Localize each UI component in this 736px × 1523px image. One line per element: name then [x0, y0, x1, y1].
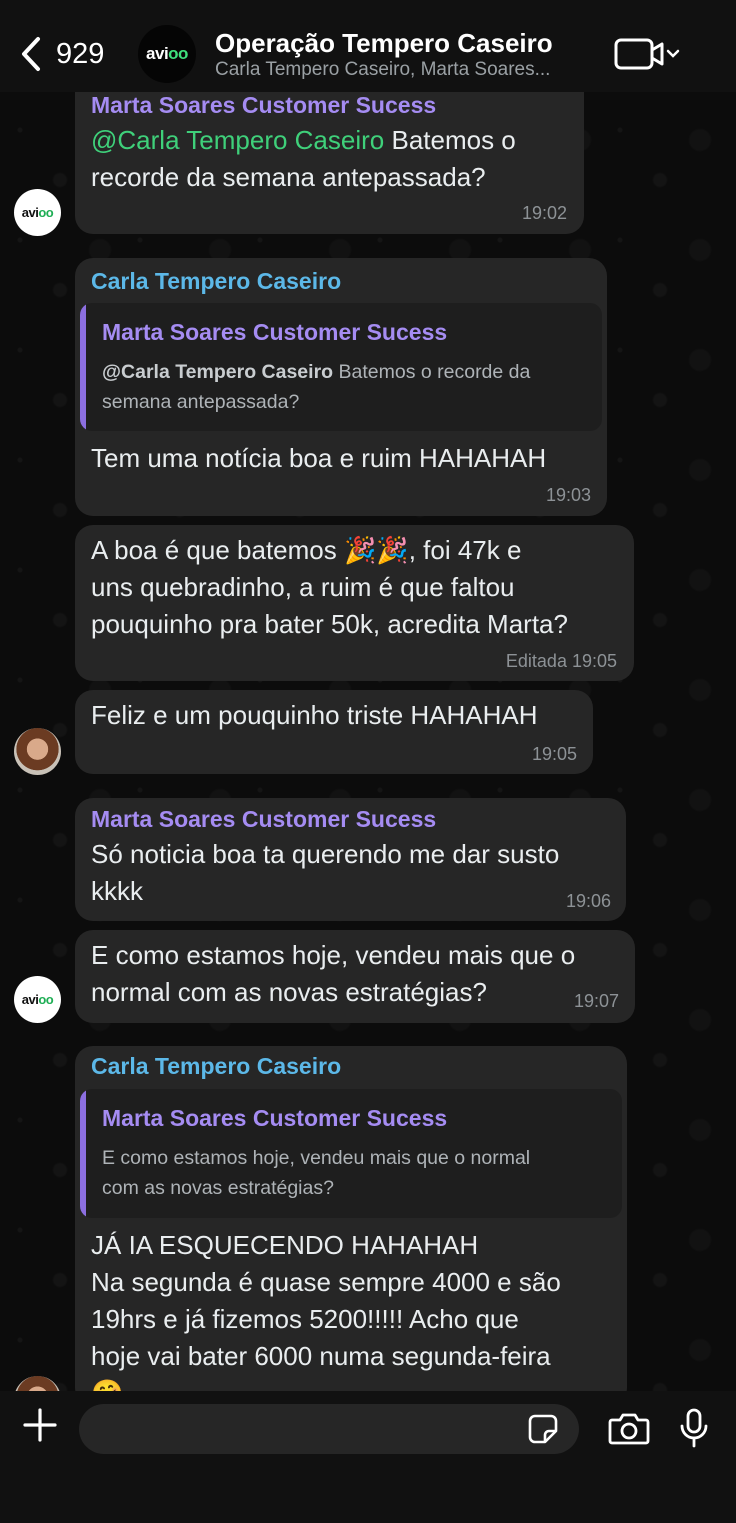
message-sender: Marta Soares Customer Sucess — [91, 806, 437, 832]
avatar[interactable]: avioo — [14, 189, 61, 236]
message-sender: Marta Soares Customer Sucess — [91, 92, 437, 118]
quoted-sender: Marta Soares Customer Sucess — [102, 1105, 448, 1131]
party-emoji: 🎉🎉 — [343, 535, 409, 565]
message-bubble[interactable]: Marta Soares Customer Sucess Só noticia … — [75, 798, 626, 921]
avatar-logo: avioo — [21, 992, 54, 1007]
group-logo: avioo — [146, 44, 188, 63]
message-edited-time: Editada 19:05 — [505, 651, 617, 671]
group-title[interactable]: Operação Tempero Caseiro — [215, 28, 553, 59]
microphone-icon — [680, 1408, 708, 1448]
quoted-text: @Carla Tempero Caseiro Batemos o recorde… — [102, 361, 531, 413]
quoted-sender: Marta Soares Customer Sucess — [102, 319, 448, 345]
avatar-logo: avioo — [21, 205, 54, 220]
message-bubble[interactable]: Carla Tempero Caseiro Marta Soares Custo… — [75, 1046, 627, 1408]
message-sender: Carla Tempero Caseiro — [91, 268, 342, 294]
camera-icon — [608, 1413, 650, 1445]
group-avatar[interactable]: avioo — [138, 25, 196, 83]
message-time: 19:07 — [573, 991, 619, 1011]
message-time: 19:05 — [531, 744, 577, 764]
message-bubble[interactable]: Carla Tempero Caseiro Marta Soares Custo… — [75, 258, 607, 516]
message-input[interactable] — [79, 1404, 579, 1454]
sticker-button[interactable] — [527, 1413, 559, 1445]
message-time: 19:03 — [545, 485, 591, 505]
back-button[interactable]: 929 — [18, 34, 118, 74]
voice-record-button[interactable] — [680, 1408, 708, 1448]
quoted-message[interactable]: Marta Soares Customer Sucess @Carla Temp… — [80, 303, 602, 431]
message-bubble[interactable]: Feliz e um pouquinho triste HAHAHAH 19:0… — [75, 690, 593, 774]
unread-count: 929 — [56, 37, 105, 70]
message-bubble[interactable]: E como estamos hoje, vendeu mais que o n… — [75, 930, 635, 1023]
attach-button[interactable] — [22, 1407, 58, 1443]
avatar[interactable]: avioo — [14, 976, 61, 1023]
sticker-icon — [528, 1414, 558, 1444]
message-text: JÁ IA ESQUECENDO HAHAHAH Na segunda é qu… — [91, 1227, 621, 1412]
message-time: 19:02 — [521, 203, 567, 223]
chat-header: 929 avioo Operação Tempero Caseiro Carla… — [0, 0, 736, 92]
avatar[interactable] — [14, 728, 61, 775]
message-text: Tem uma notícia boa e ruim HAHAHAH — [91, 443, 547, 473]
message-text: Feliz e um pouquinho triste HAHAHAH — [91, 700, 538, 730]
message-text: A boa é que batemos 🎉🎉, foi 47k e uns qu… — [91, 535, 568, 639]
chevron-left-icon — [22, 37, 40, 71]
group-members-subtitle[interactable]: Carla Tempero Caseiro, Marta Soares... — [215, 59, 550, 81]
quoted-text: E como estamos hoje, vendeu mais que o n… — [102, 1147, 531, 1199]
video-camera-icon — [614, 38, 680, 70]
message-bubble[interactable]: A boa é que batemos 🎉🎉, foi 47k e uns qu… — [75, 525, 634, 681]
message-text: Só noticia boa ta querendo me dar susto … — [91, 839, 560, 906]
message-time: 19:06 — [565, 891, 611, 911]
mention[interactable]: @Carla Tempero Caseiro — [91, 125, 384, 155]
message-text: E como estamos hoje, vendeu mais que o n… — [91, 940, 576, 1007]
quoted-message[interactable]: Marta Soares Customer Sucess E como esta… — [80, 1089, 622, 1218]
plus-icon — [23, 1408, 57, 1442]
message-bubble[interactable]: Marta Soares Customer Sucess @Carla Temp… — [75, 74, 584, 234]
message-text: @Carla Tempero Caseiro Batemos o recorde… — [91, 125, 516, 192]
composer-bar — [0, 1391, 736, 1523]
message-sender: Carla Tempero Caseiro — [91, 1053, 342, 1079]
camera-button[interactable] — [608, 1411, 650, 1445]
video-call-button[interactable] — [614, 36, 684, 72]
